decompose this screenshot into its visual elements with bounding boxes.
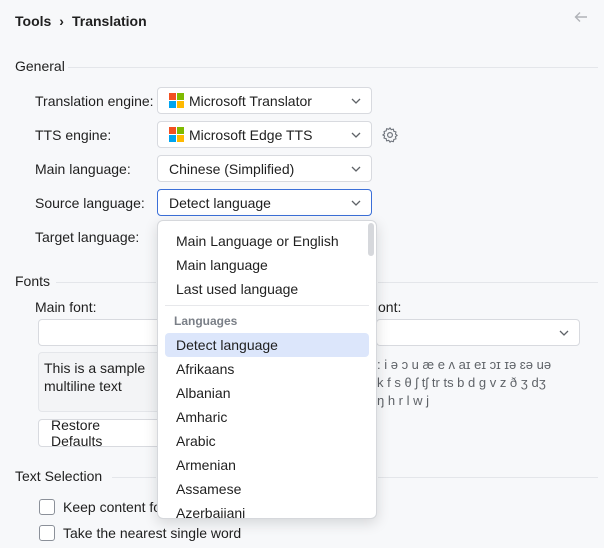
main-language-label: Main language: bbox=[35, 161, 131, 177]
dropdown-item-assamese[interactable]: Assamese bbox=[165, 477, 369, 501]
phonetic-font-label: ont: bbox=[378, 299, 402, 315]
dropdown-item-main-language-or-english[interactable]: Main Language or English bbox=[165, 229, 369, 253]
nearest-word-checkbox[interactable] bbox=[39, 525, 55, 541]
translation-engine-select[interactable]: Microsoft Translator bbox=[157, 87, 372, 114]
chevron-down-icon bbox=[557, 326, 571, 340]
dropdown-item-amharic[interactable]: Amharic bbox=[165, 405, 369, 429]
main-font-label: Main font: bbox=[35, 299, 97, 315]
nearest-word-label: Take the nearest single word bbox=[63, 525, 242, 541]
dropdown-item-armenian[interactable]: Armenian bbox=[165, 453, 369, 477]
breadcrumb: Tools › Translation bbox=[15, 12, 147, 30]
keep-content-label: Keep content fo bbox=[63, 499, 162, 515]
dropdown-item-afrikaans[interactable]: Afrikaans bbox=[165, 357, 369, 381]
phonetic-font-sample: : i ə ɔ u æ e ʌ aɪ eɪ ɔɪ ɪə ɛə uə k f s … bbox=[377, 356, 551, 410]
chevron-down-icon bbox=[349, 162, 363, 176]
breadcrumb-parent[interactable]: Tools bbox=[15, 13, 51, 29]
source-language-value: Detect language bbox=[169, 194, 271, 211]
target-language-label: Target language: bbox=[35, 229, 140, 245]
section-divider bbox=[378, 477, 598, 478]
section-divider bbox=[112, 477, 156, 478]
tts-engine-select[interactable]: Microsoft Edge TTS bbox=[157, 121, 372, 148]
section-title-text-selection: Text Selection bbox=[15, 468, 103, 484]
main-font-sample: This is a sample multiline text bbox=[38, 352, 166, 412]
dropdown-item-albanian[interactable]: Albanian bbox=[165, 381, 369, 405]
source-language-label: Source language: bbox=[35, 195, 145, 211]
sample-text-line2: multiline text bbox=[44, 378, 122, 394]
chevron-down-icon bbox=[349, 196, 363, 210]
keep-content-checkbox[interactable] bbox=[39, 499, 55, 515]
tts-engine-label: TTS engine: bbox=[35, 127, 112, 143]
breadcrumb-current: Translation bbox=[71, 13, 147, 29]
dropdown-divider bbox=[165, 305, 369, 306]
ipa-sample-line1: : i ə ɔ u æ e ʌ aɪ eɪ ɔɪ ɪə ɛə uə bbox=[377, 357, 552, 372]
tts-engine-value: Microsoft Edge TTS bbox=[189, 126, 313, 143]
restore-defaults-button[interactable]: Restore Defaults bbox=[38, 417, 166, 449]
microsoft-logo-icon bbox=[169, 93, 184, 108]
dropdown-group-label: Languages bbox=[174, 314, 238, 328]
breadcrumb-separator: › bbox=[59, 13, 64, 29]
main-language-value: Chinese (Simplified) bbox=[169, 160, 295, 177]
arrow-left-icon[interactable] bbox=[572, 10, 590, 28]
dropdown-item-detect-language[interactable]: Detect language bbox=[165, 333, 369, 357]
translation-engine-label: Translation engine: bbox=[35, 93, 154, 109]
phonetic-font-select[interactable] bbox=[376, 319, 580, 346]
section-divider bbox=[378, 282, 598, 283]
chevron-down-icon bbox=[349, 128, 363, 142]
chevron-down-icon bbox=[349, 94, 363, 108]
dropdown-item-azerbaijani[interactable]: Azerbaijani bbox=[165, 501, 369, 518]
section-divider bbox=[56, 282, 156, 283]
dropdown-item-arabic[interactable]: Arabic bbox=[165, 429, 369, 453]
dropdown-item-main-language[interactable]: Main language bbox=[165, 253, 369, 277]
source-language-dropdown[interactable]: Main Language or English Main language L… bbox=[157, 220, 377, 519]
sample-text-line1: This is a sample bbox=[44, 360, 146, 376]
section-title-general: General bbox=[15, 58, 65, 74]
ipa-sample-line2: k f s θ ʃ tʃ tr ts b d g v z ð ʒ dʒ bbox=[377, 375, 546, 390]
main-language-select[interactable]: Chinese (Simplified) bbox=[157, 155, 372, 182]
dropdown-item-last-used-language[interactable]: Last used language bbox=[165, 277, 369, 301]
section-divider bbox=[68, 67, 598, 68]
microsoft-logo-icon bbox=[169, 127, 184, 142]
section-title-fonts: Fonts bbox=[15, 273, 51, 289]
main-font-select[interactable] bbox=[38, 319, 168, 346]
source-language-select[interactable]: Detect language bbox=[157, 189, 372, 216]
ipa-sample-line3: ŋ h r l w j bbox=[377, 393, 430, 408]
gear-icon[interactable] bbox=[381, 126, 399, 144]
translation-engine-value: Microsoft Translator bbox=[189, 92, 312, 109]
